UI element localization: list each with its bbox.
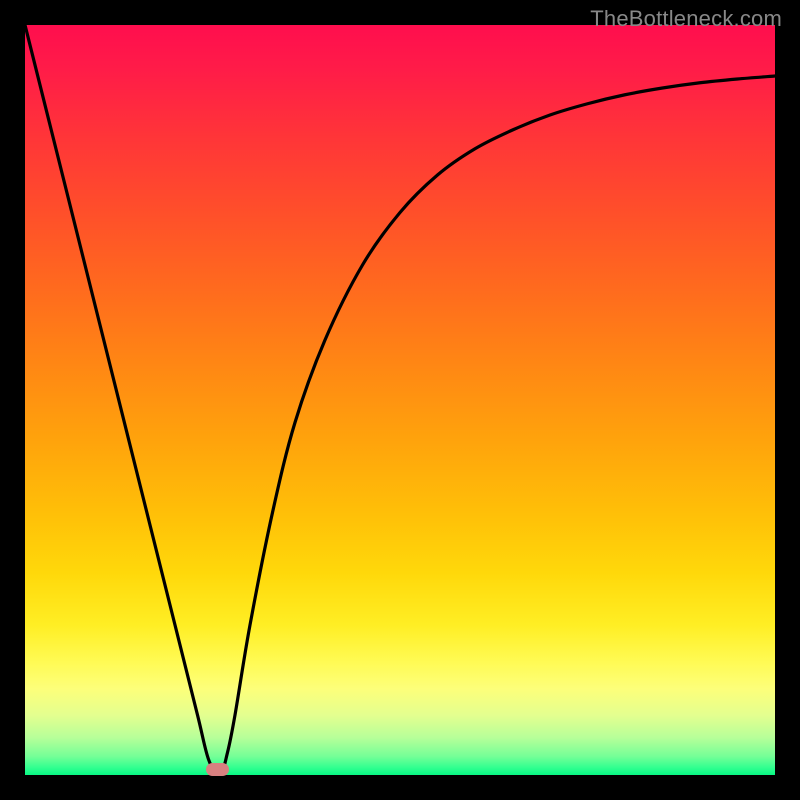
chart-frame <box>25 25 775 775</box>
bottleneck-curve <box>25 25 775 775</box>
plot-area <box>25 25 775 775</box>
optimum-marker <box>206 763 229 776</box>
watermark-text: TheBottleneck.com <box>590 6 782 32</box>
curve-layer <box>25 25 775 775</box>
